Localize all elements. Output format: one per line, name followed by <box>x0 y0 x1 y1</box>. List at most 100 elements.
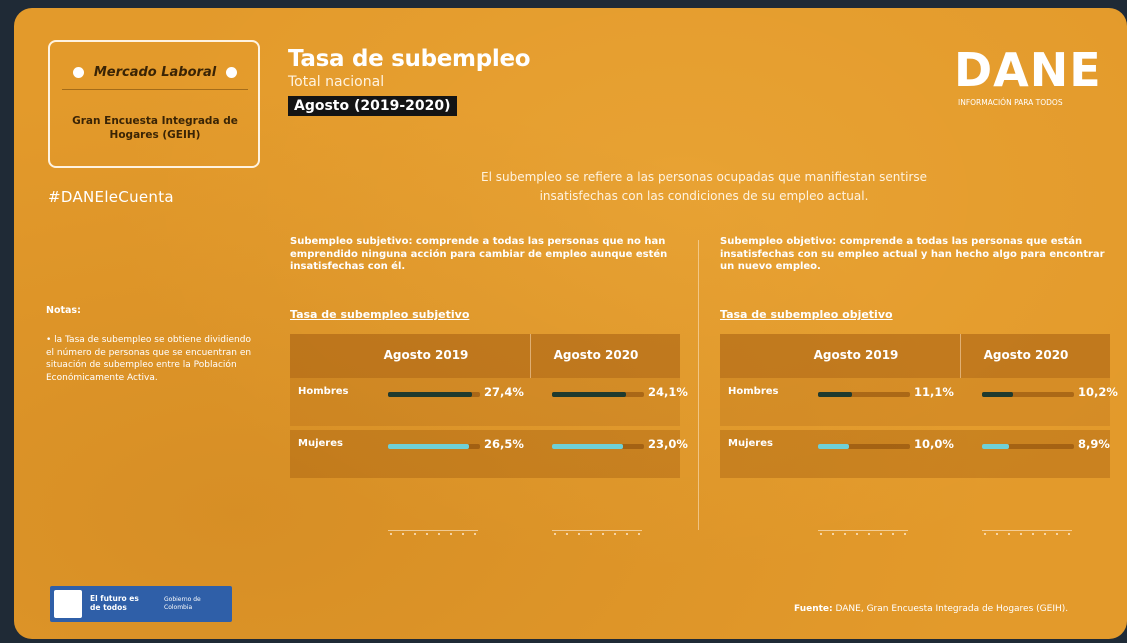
chart-objective: Agosto 2019 Agosto 2020 Hombres 11,1% 10,2% M… <box>720 334 1118 535</box>
axis-tick <box>614 533 616 535</box>
axis-tick <box>462 533 464 535</box>
axis-tick <box>626 533 628 535</box>
row-label-hombres: Hombres <box>728 386 779 397</box>
bullet-icon <box>72 67 84 78</box>
column-header: Agosto 2020 <box>983 348 1069 362</box>
data-label: 10,2% <box>1078 385 1118 399</box>
bar-mujeres-1 <box>552 444 623 449</box>
axis-tick <box>390 533 392 535</box>
chart-subjective: Agosto 2019 Agosto 2020 Hombres 27,4% 24,1% M… <box>290 334 688 535</box>
axis-tick <box>426 533 428 535</box>
source-note: Fuente: DANE, Gran Encuesta Integrada de… <box>794 604 1068 614</box>
axis-tick <box>554 533 556 535</box>
column-header: Agosto 2019 <box>383 348 469 362</box>
axis-tick <box>438 533 440 535</box>
data-label: 10,0% <box>914 437 954 451</box>
divider <box>698 240 699 530</box>
header-separator <box>530 334 531 378</box>
gov-slogan: El futuro es de todos <box>90 594 139 612</box>
data-label: 27,4% <box>484 385 524 399</box>
page-title: Tasa de subempleo <box>288 46 531 72</box>
column-header: Agosto 2020 <box>553 348 639 362</box>
bar-mujeres-0 <box>818 444 849 449</box>
axis-tick <box>1056 533 1058 535</box>
axis-tick <box>856 533 858 535</box>
badge: Mercado Laboral <box>62 60 248 90</box>
dane-logo: DANE <box>954 43 1102 97</box>
survey-name: Gran Encuesta Integrada de Hogares (GEIH… <box>72 115 238 141</box>
column-header: Agosto 2019 <box>813 348 899 362</box>
chart-title-subjective: Tasa de subempleo subjetivo <box>290 308 470 321</box>
axis-tick <box>832 533 834 535</box>
axis-tick <box>1044 533 1046 535</box>
axis-tick <box>402 533 404 535</box>
bar-hombres-0 <box>818 392 853 397</box>
page-subtitle: Total nacional <box>288 74 385 90</box>
axis-tick <box>1020 533 1022 535</box>
data-label: 8,9% <box>1078 437 1110 451</box>
bar-hombres-1 <box>552 392 626 397</box>
data-label: 23,0% <box>648 437 688 451</box>
axis-tick <box>904 533 906 535</box>
x-axis <box>388 530 478 540</box>
bar-track <box>982 444 1074 449</box>
chart-title-objective: Tasa de subempleo objetivo <box>720 308 893 321</box>
axis-tick <box>892 533 894 535</box>
bar-hombres-0 <box>388 392 473 397</box>
notes-title: Notas: <box>46 305 81 316</box>
axis-tick <box>1068 533 1070 535</box>
axis-tick <box>1008 533 1010 535</box>
bar-mujeres-0 <box>388 444 470 449</box>
hashtag: #DANEleCuenta <box>48 188 174 206</box>
axis-tick <box>590 533 592 535</box>
logo-tagline: INFORMACIÓN PARA TODOS <box>958 98 1063 107</box>
row-label-hombres: Hombres <box>298 386 349 397</box>
axis-tick <box>996 533 998 535</box>
header-separator <box>960 334 961 378</box>
bar-track <box>552 444 644 449</box>
bar-track <box>818 392 910 397</box>
axis-tick <box>474 533 476 535</box>
period-label: Agosto (2019-2020) <box>288 96 457 116</box>
bar-mujeres-1 <box>982 444 1010 449</box>
axis-tick <box>820 533 822 535</box>
notes-body: • la Tasa de subempleo se obtiene dividi… <box>46 335 252 383</box>
axis-tick <box>450 533 452 535</box>
intro-text: El subempleo se refiere a las personas o… <box>480 170 928 203</box>
data-label: 24,1% <box>648 385 688 399</box>
definition-objective: Subempleo objetivo: comprende a todas la… <box>720 236 1105 272</box>
bar-track <box>552 392 644 397</box>
badge-label: Mercado Laboral <box>93 65 217 80</box>
bar-track <box>388 444 480 449</box>
data-label: 26,5% <box>484 437 524 451</box>
x-axis <box>982 530 1072 540</box>
definition-subjective: Subempleo subjetivo: comprende a todas l… <box>290 236 668 272</box>
source-text: DANE, Gran Encuesta Integrada de Hogares… <box>835 604 1069 614</box>
axis-tick <box>602 533 604 535</box>
row-label-mujeres: Mujeres <box>298 438 343 449</box>
axis-tick <box>984 533 986 535</box>
colombia-shield-icon <box>54 590 82 618</box>
axis-tick <box>638 533 640 535</box>
source-label: Fuente: <box>794 604 833 614</box>
x-axis <box>552 530 642 540</box>
bar-hombres-1 <box>982 392 1014 397</box>
bar-track <box>982 392 1074 397</box>
axis-tick <box>844 533 846 535</box>
axis-tick <box>880 533 882 535</box>
x-axis <box>818 530 908 540</box>
bullet-icon <box>226 67 238 78</box>
row-label-mujeres: Mujeres <box>728 438 773 449</box>
axis-tick <box>414 533 416 535</box>
axis-tick <box>1032 533 1034 535</box>
axis-tick <box>566 533 568 535</box>
bar-track <box>388 392 480 397</box>
bar-track <box>818 444 910 449</box>
gov-name: Gobierno de Colombia <box>164 596 201 611</box>
axis-tick <box>868 533 870 535</box>
gov-logo: El futuro es de todos Gobierno de Colomb… <box>50 586 232 622</box>
axis-tick <box>578 533 580 535</box>
infographic-card: Mercado Laboral Gran Encuesta Integrada … <box>14 8 1127 639</box>
survey-box: Mercado Laboral Gran Encuesta Integrada … <box>48 40 260 168</box>
data-label: 11,1% <box>914 385 954 399</box>
